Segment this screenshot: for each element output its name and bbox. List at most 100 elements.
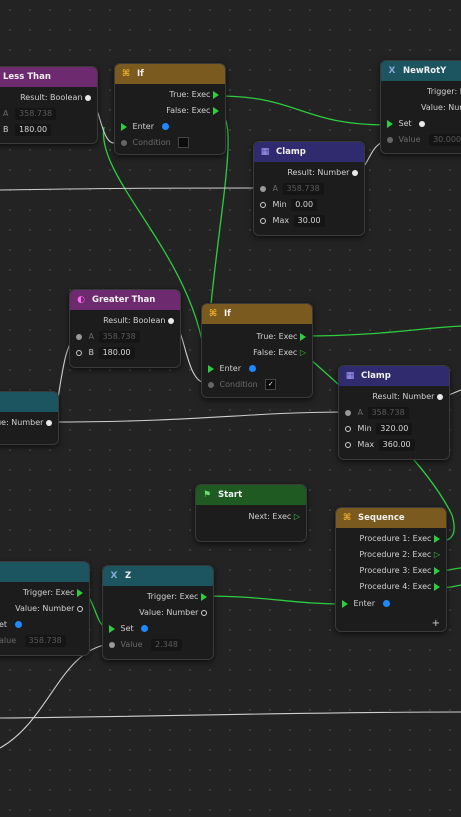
set-button[interactable] [141,625,149,632]
variable-header[interactable] [0,562,89,582]
input-pin[interactable] [387,136,393,143]
condition-input[interactable]: Condition ✓ [208,379,277,391]
exec-pin[interactable] [387,119,393,128]
result-output[interactable]: Result: Boolean [20,92,91,104]
false-exec-output[interactable]: False: Exec [166,105,219,117]
greater-than-header[interactable]: ◐ Greater Than [70,290,180,310]
procedure-3-output[interactable]: Procedure 3: Exec [360,565,440,577]
value-input[interactable]: Value 30.000 [387,134,461,146]
start-node[interactable]: ⚑ Start Next: Exec ▷ [195,484,307,542]
input-pin[interactable] [109,641,115,648]
input-pin[interactable] [345,441,351,448]
input-pin[interactable] [260,185,266,192]
clamp-node-mid[interactable]: ▦ Clamp Result: Number A 358.738 Min 320… [338,365,450,460]
result-output[interactable]: Result: Boolean [103,315,174,327]
value-output[interactable]: Value: Numb [421,102,461,114]
output-pin[interactable] [46,419,52,426]
start-header[interactable]: ⚑ Start [196,485,306,505]
input-pin[interactable] [345,409,351,416]
set-button[interactable] [419,120,426,127]
output-pin[interactable] [437,393,443,400]
clamp-header[interactable]: ▦ Clamp [339,366,449,386]
value-input[interactable]: alue 358.738 [0,635,66,647]
exec-pin[interactable] [213,106,219,115]
value-output[interactable]: ue: Number [0,417,52,429]
input-pin[interactable] [345,425,351,432]
true-exec-output[interactable]: True: Exec [169,89,219,101]
value-output[interactable]: Value: Number [15,603,83,615]
input-b[interactable]: B 180.00 [76,347,135,359]
set-button[interactable] [14,621,22,628]
value-in-field[interactable]: 2.348 [151,639,182,651]
input-a-value[interactable]: 358.738 [282,183,324,195]
trigger-output[interactable]: Trigger: E [427,86,461,98]
newroty-node[interactable]: X NewRotY Trigger: E Value: Numb Set Val… [380,60,461,154]
input-max-value[interactable]: 30.00 [293,215,325,227]
if-header[interactable]: ⌘ If [115,64,225,84]
input-max-value[interactable]: 360.00 [378,439,415,451]
set-input[interactable]: et [0,619,22,631]
less-than-node[interactable]: Less Than Result: Boolean A 358.738 B 18… [0,66,98,144]
value-in-field[interactable]: 30.000 [429,134,461,146]
exec-pin[interactable] [109,624,115,633]
input-a-value[interactable]: 358.738 [15,108,57,120]
exec-pin[interactable] [434,534,440,543]
output-pin[interactable] [352,169,358,176]
false-exec-output[interactable]: False: Exec ▷ [253,347,306,359]
if-node-mid[interactable]: ⌘ If True: Exec False: Exec ▷ Enter Cond… [201,303,313,398]
z-header[interactable]: X Z [103,566,213,586]
exec-pin[interactable] [201,592,207,601]
less-than-header[interactable]: Less Than [0,67,97,87]
exec-pin[interactable] [342,599,348,608]
procedure-2-output[interactable]: Procedure 2: Exec ▷ [359,549,440,561]
number-node-header[interactable] [0,392,58,412]
number-node-left[interactable]: ue: Number [0,391,59,445]
input-a[interactable]: A 358.738 [345,407,409,419]
input-min-value[interactable]: 320.00 [376,423,413,435]
exec-pin[interactable]: ▷ [294,512,300,521]
input-pin[interactable] [208,381,214,388]
greater-than-node[interactable]: ◐ Greater Than Result: Boolean A 358.738… [69,289,181,368]
exec-pin[interactable] [300,332,306,341]
value-input[interactable]: Value 2.348 [109,639,182,651]
sequence-header[interactable]: ⌘ Sequence [336,508,446,528]
condition-checkbox[interactable] [178,137,190,148]
input-pin[interactable] [260,217,266,224]
input-min[interactable]: Min 0.00 [260,199,318,211]
set-input[interactable]: Set [109,623,149,635]
input-min[interactable]: Min 320.00 [345,423,413,435]
input-a-value[interactable]: 358.738 [367,407,409,419]
input-a[interactable]: A 358.738 [76,331,140,343]
input-min-value[interactable]: 0.00 [291,199,318,211]
value-output[interactable]: Value: Number [139,607,207,619]
input-b-value[interactable]: 180.00 [15,124,52,136]
set-button[interactable] [161,123,169,130]
input-max[interactable]: Max 30.00 [260,215,325,227]
exec-pin[interactable] [208,364,214,373]
input-pin[interactable] [260,201,266,208]
exec-pin[interactable] [434,566,440,575]
output-pin[interactable] [77,605,83,612]
condition-checkbox[interactable]: ✓ [265,379,277,390]
if-node-top[interactable]: ⌘ If True: Exec False: Exec Enter Condit… [114,63,226,155]
sequence-node[interactable]: ⌘ Sequence Procedure 1: Exec Procedure 2… [335,507,447,632]
input-pin[interactable] [76,349,82,356]
enter-input[interactable]: Enter [342,598,390,610]
clamp-node-top[interactable]: ▦ Clamp Result: Number A 358.738 Min 0.0… [253,141,365,236]
z-node[interactable]: X Z Trigger: Exec Value: Number Set Valu… [102,565,214,660]
output-pin[interactable] [201,609,207,616]
variable-node-left[interactable]: Trigger: Exec Value: Number et alue 358.… [0,561,90,656]
input-a-value[interactable]: 358.738 [98,331,140,343]
input-a[interactable]: A 358.738 [0,108,57,120]
input-b[interactable]: B 180.00 [0,124,52,136]
input-pin[interactable] [76,333,82,340]
procedure-1-output[interactable]: Procedure 1: Exec [360,533,440,545]
input-b-value[interactable]: 180.00 [98,347,135,359]
exec-pin[interactable] [121,122,127,131]
exec-pin[interactable] [434,582,440,591]
newroty-header[interactable]: X NewRotY [381,61,461,81]
procedure-4-output[interactable]: Procedure 4: Exec [360,581,440,593]
input-max[interactable]: Max 360.00 [345,439,415,451]
enter-input[interactable]: Enter [208,363,256,375]
next-exec-output[interactable]: Next: Exec ▷ [249,511,300,523]
